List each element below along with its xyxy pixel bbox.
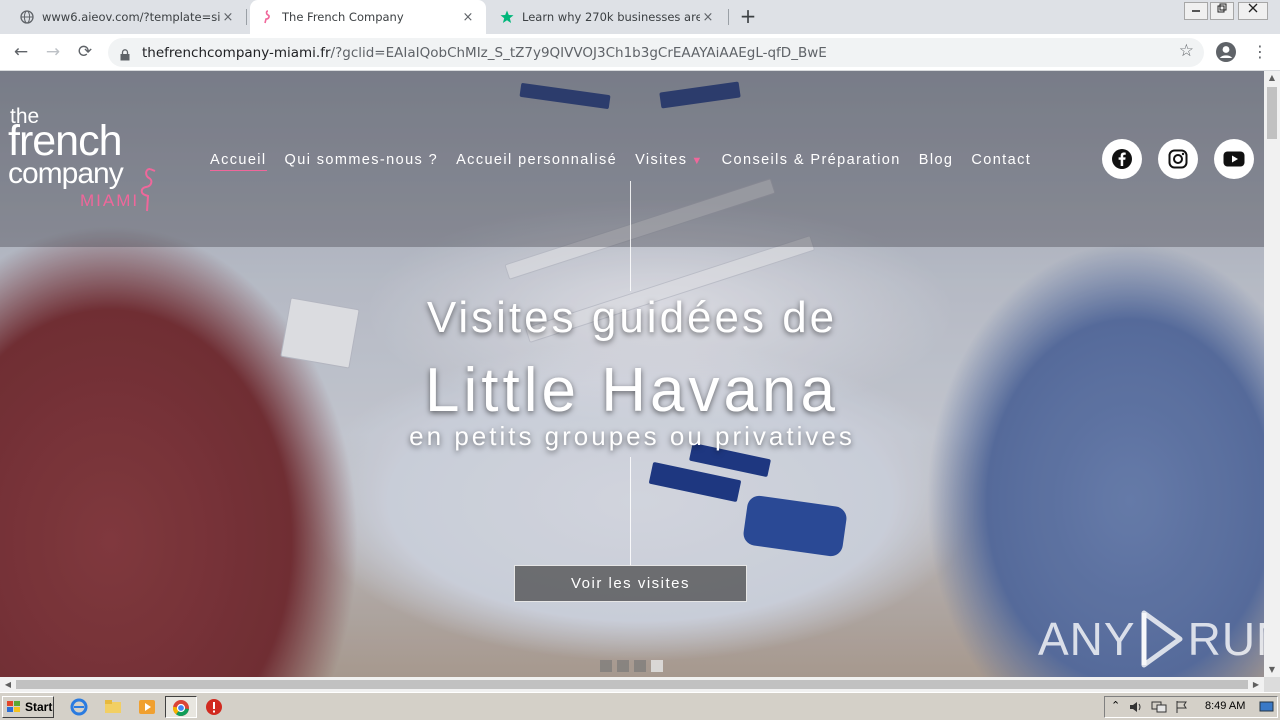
profile-avatar-icon[interactable] — [1215, 41, 1237, 63]
hero-divider-line — [630, 181, 631, 291]
slider-dot[interactable] — [600, 660, 612, 672]
chrome-icon — [173, 700, 189, 716]
internet-explorer-icon[interactable] — [70, 698, 88, 716]
minimize-button[interactable] — [1184, 2, 1208, 20]
watermark-text: RUN — [1187, 613, 1264, 665]
nav-item-accueil[interactable]: Accueil — [210, 152, 267, 171]
tab-divider — [728, 9, 729, 25]
hero-title-line-2: Little Havana — [425, 356, 839, 425]
volume-icon[interactable] — [1129, 700, 1143, 714]
tab-strip: www6.aieov.com/?template=simple × The Fr… — [0, 0, 1280, 34]
back-button[interactable]: ← — [10, 42, 32, 64]
url-host: thefrenchcompany-miami.fr — [142, 45, 331, 61]
horizontal-scrollbar[interactable]: ◀ ▶ — [0, 677, 1264, 692]
youtube-icon[interactable] — [1214, 139, 1254, 179]
nav-item-contact[interactable]: Contact — [971, 152, 1031, 171]
lock-icon — [120, 46, 130, 61]
restore-button[interactable] — [1210, 2, 1234, 20]
show-desktop-icon[interactable] — [1259, 700, 1275, 714]
system-tray: ⌃ — [1104, 696, 1278, 718]
folder-icon[interactable] — [104, 698, 122, 716]
browser-toolbar: ← → ⟳ thefrenchcompany-miami.fr/?gclid=E… — [0, 34, 1280, 71]
url-text: thefrenchcompany-miami.fr/?gclid=EAIaIQo… — [142, 45, 827, 61]
close-icon[interactable]: × — [220, 10, 236, 25]
nav-item-visites[interactable]: Visites ▼ — [635, 152, 704, 171]
anyrun-watermark: ANY RUN — [1038, 609, 1264, 669]
nav-item-accueil-personnalise[interactable]: Accueil personnalisé — [456, 152, 617, 171]
browser-tab-2[interactable]: The French Company × — [250, 0, 486, 34]
nav-item-blog[interactable]: Blog — [919, 152, 954, 171]
window-close-button[interactable] — [1238, 2, 1268, 20]
scrollbar-corner — [1264, 677, 1280, 692]
address-bar[interactable]: thefrenchcompany-miami.fr/?gclid=EAIaIQo… — [108, 38, 1204, 67]
green-star-favicon — [500, 10, 514, 24]
close-icon[interactable]: × — [460, 10, 476, 25]
bookmark-star-icon[interactable]: ☆ — [1179, 41, 1194, 61]
main-navigation: Accueil Qui sommes-nous ? Accueil person… — [210, 152, 1049, 171]
web-page: the french company MIAMI Accueil Qui som… — [0, 71, 1264, 677]
logo-text: company — [8, 157, 124, 190]
windows-logo-icon — [7, 701, 20, 712]
slider-pagination — [600, 660, 663, 672]
nav-item-conseils-preparation[interactable]: Conseils & Préparation — [722, 152, 901, 171]
hero-title-line-1: Visites guidées de — [426, 293, 838, 342]
globe-icon — [20, 10, 34, 24]
scrollbar-thumb[interactable] — [1267, 87, 1277, 139]
hero-divider-line — [630, 457, 631, 565]
logo-text: MIAMI — [80, 191, 140, 210]
scroll-right-icon[interactable]: ▶ — [1249, 677, 1263, 692]
url-query: /?gclid=EAIaIQobChMIz_S_tZ7y9QIVVOJ3Ch1b… — [330, 45, 827, 61]
hero-subtitle: en petits groupes ou privatives — [409, 421, 855, 451]
browser-tab-3[interactable]: Learn why 270k businesses are using × — [490, 0, 726, 34]
facebook-icon[interactable] — [1102, 139, 1142, 179]
start-label: Start — [25, 700, 53, 714]
flag-icon[interactable] — [1175, 700, 1189, 714]
watermark-text: ANY — [1038, 613, 1136, 665]
tab-title: The French Company — [282, 10, 404, 24]
new-tab-button[interactable]: + — [736, 5, 760, 29]
system-clock: 8:49 AM — [1205, 700, 1246, 712]
scroll-left-icon[interactable]: ◀ — [1, 677, 15, 692]
tray-expand-icon[interactable]: ⌃ — [1111, 699, 1120, 712]
browser-menu-icon[interactable]: ⋮ — [1252, 42, 1268, 62]
site-logo[interactable]: the french company MIAMI — [8, 105, 168, 215]
chevron-down-icon: ▼ — [691, 155, 704, 167]
voir-les-visites-button[interactable]: Voir les visites — [514, 565, 747, 602]
forward-button[interactable]: → — [42, 42, 64, 64]
chrome-taskbar-button[interactable] — [165, 696, 197, 718]
vertical-scrollbar[interactable]: ▲ ▼ — [1264, 71, 1280, 677]
slider-dot-active[interactable] — [651, 660, 663, 672]
browser-tab-1[interactable]: www6.aieov.com/?template=simple × — [10, 0, 246, 34]
slider-dot[interactable] — [634, 660, 646, 672]
close-icon[interactable]: × — [700, 10, 716, 25]
nav-item-label: Visites — [635, 152, 688, 168]
play-logo-icon — [1141, 610, 1183, 668]
security-alert-icon[interactable] — [205, 698, 223, 716]
flamingo-favicon — [260, 10, 274, 24]
reload-button[interactable]: ⟳ — [74, 42, 96, 64]
start-button[interactable]: Start — [2, 696, 54, 718]
slider-dot[interactable] — [617, 660, 629, 672]
instagram-icon[interactable] — [1158, 139, 1198, 179]
nav-item-qui-sommes-nous[interactable]: Qui sommes-nous ? — [285, 152, 439, 171]
scroll-up-icon[interactable]: ▲ — [1264, 71, 1280, 85]
flamingo-logo-icon — [140, 168, 156, 212]
windows-taskbar: Start ⌃ 8:49 AM — [0, 692, 1280, 720]
tab-title: www6.aieov.com/?template=simple — [42, 10, 220, 24]
network-icon[interactable] — [1151, 700, 1167, 714]
media-player-icon[interactable] — [138, 698, 156, 716]
tab-divider — [246, 9, 247, 25]
scrollbar-thumb[interactable] — [16, 680, 1248, 689]
scroll-down-icon[interactable]: ▼ — [1264, 663, 1280, 677]
tab-title: Learn why 270k businesses are using — [522, 10, 700, 24]
